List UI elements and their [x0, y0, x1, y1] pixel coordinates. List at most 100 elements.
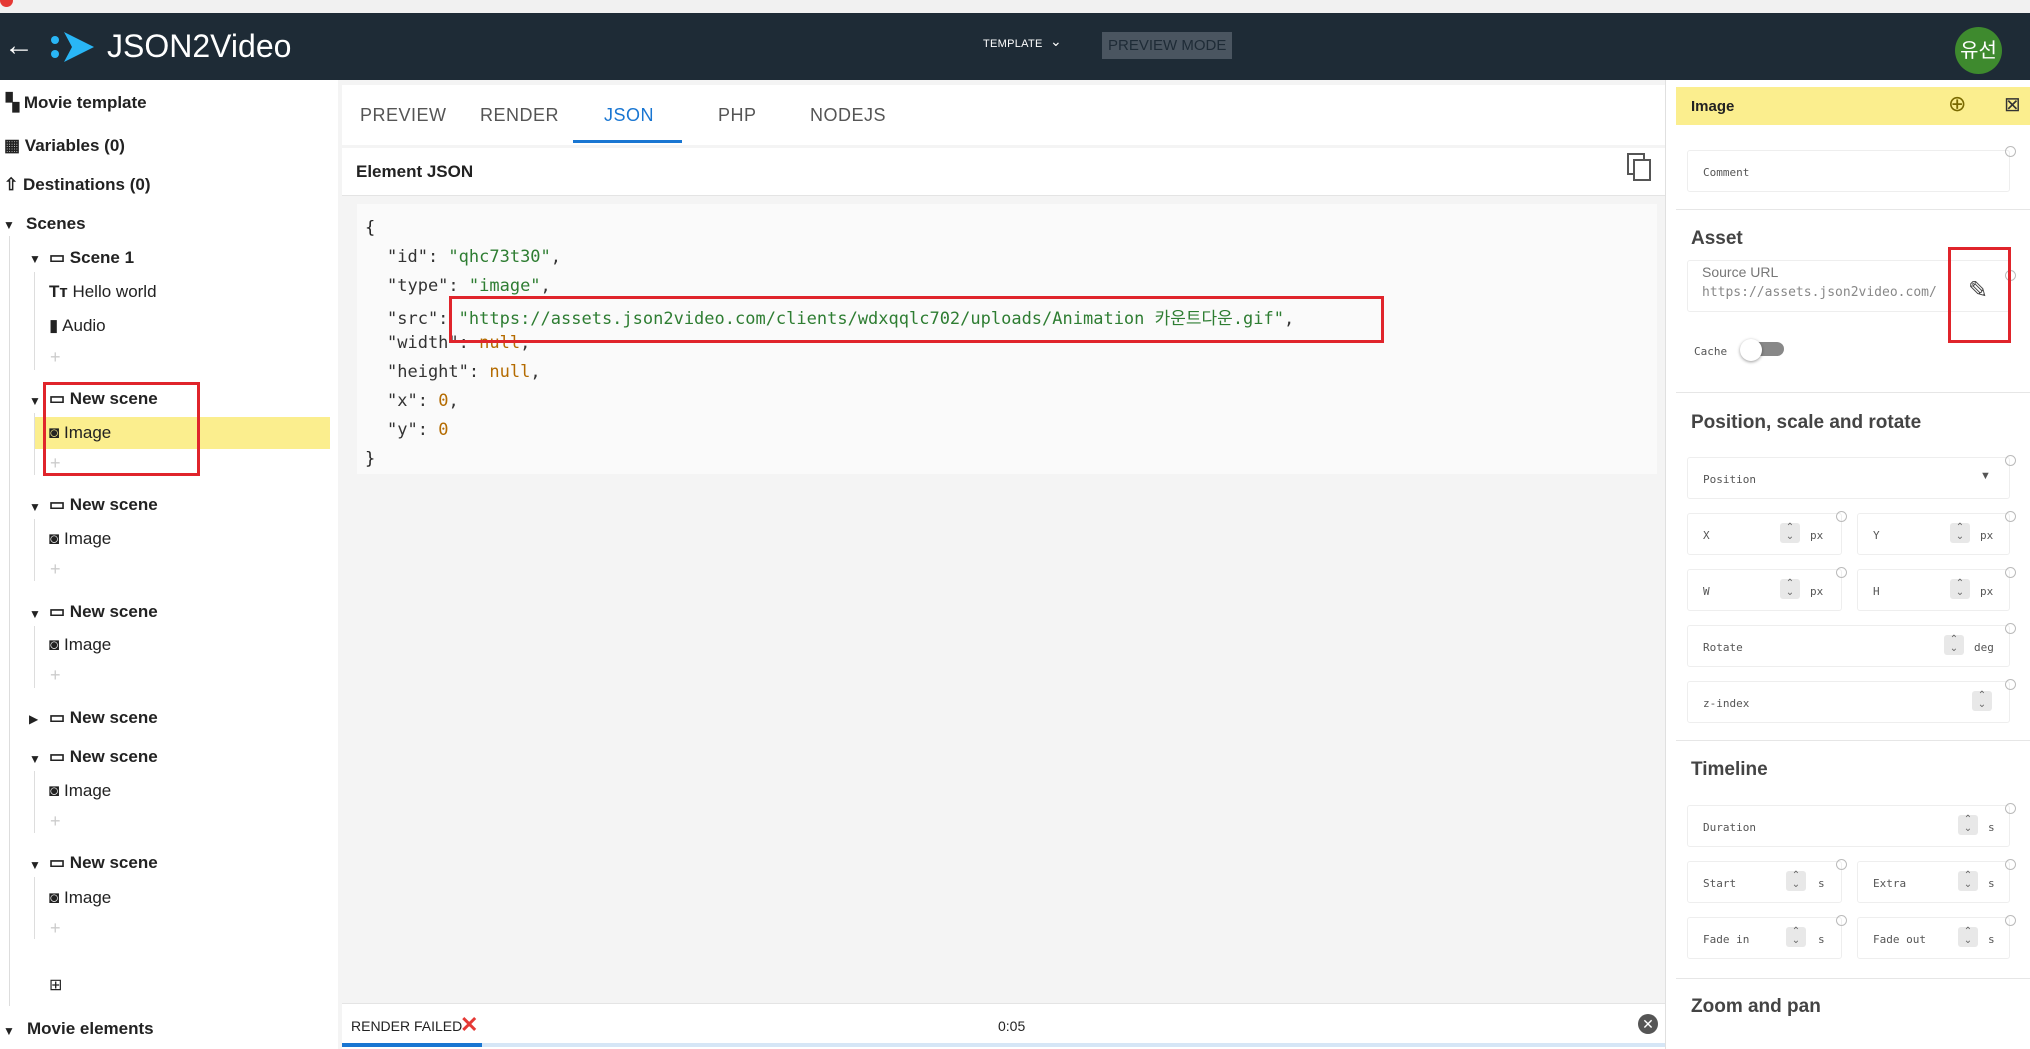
remove-icon[interactable] [2005, 146, 2016, 157]
new-scene-item[interactable]: ▭ New scene [49, 495, 158, 515]
w-unit: px [1810, 585, 1824, 598]
remove-icon[interactable] [2005, 679, 2016, 690]
tab-json[interactable]: JSON [604, 105, 654, 126]
collapse-arrow-icon[interactable]: ▼ [29, 858, 41, 872]
extra-unit: s [1988, 877, 1995, 890]
add-scene-icon[interactable]: ⊞ [49, 975, 62, 995]
rotate-unit: deg [1974, 641, 1994, 654]
collapse-arrow-icon[interactable]: ▼ [3, 218, 15, 232]
stepper-icon[interactable]: ⌃ ⌄ [1780, 579, 1800, 599]
camera-icon: ◙ [49, 635, 60, 654]
remove-icon[interactable] [1836, 567, 1847, 578]
text-icon: Tт [49, 282, 68, 301]
image-element-item[interactable]: ◙ Image [49, 529, 111, 549]
new-scene-item[interactable]: ▭ New scene [49, 602, 158, 622]
scene-1-item[interactable]: ▭ Scene 1 [49, 248, 134, 268]
h-label: H [1873, 585, 1880, 598]
tab-nodejs[interactable]: NODEJS [810, 105, 886, 126]
destinations-item[interactable]: ⇧ Destinations (0) [4, 175, 151, 195]
add-element-icon[interactable]: + [50, 559, 61, 580]
stepper-icon[interactable]: ⌃ ⌄ [1958, 871, 1978, 891]
remove-icon[interactable] [2005, 455, 2016, 466]
delete-icon[interactable]: ⊠ [2004, 92, 2021, 117]
chevron-down-icon[interactable]: ⌄ [1050, 33, 1062, 50]
remove-icon[interactable] [2005, 803, 2016, 814]
collapse-arrow-icon[interactable]: ▼ [29, 607, 41, 621]
close-icon[interactable]: ✕ [1638, 1014, 1658, 1034]
remove-icon[interactable] [2005, 511, 2016, 522]
clapper-icon: ▚ [6, 93, 20, 112]
audio-file-icon: ▮ [49, 316, 59, 335]
tree-guide [9, 236, 10, 1006]
stepper-icon[interactable]: ⌃ ⌄ [1786, 871, 1806, 891]
divider [1676, 740, 2030, 741]
audio-element-item[interactable]: ▮ Audio [49, 316, 106, 336]
stepper-icon[interactable]: ⌃ ⌄ [1958, 927, 1978, 947]
collapse-arrow-icon[interactable]: ▼ [29, 252, 41, 266]
tree-guide [34, 519, 35, 581]
stepper-icon[interactable]: ⌃ ⌄ [1786, 927, 1806, 947]
json-line-y: "y": 0 [387, 420, 449, 440]
remove-icon[interactable] [2005, 859, 2016, 870]
comment-placeholder: Comment [1703, 166, 1750, 179]
monitor-icon: ▭ [49, 747, 66, 766]
new-scene-item[interactable]: ▭ New scene [49, 853, 158, 873]
dropdown-arrow-icon[interactable]: ▼ [1980, 470, 1991, 482]
tab-php[interactable]: PHP [718, 105, 757, 126]
avatar[interactable]: 유선 [1955, 27, 2002, 74]
h-unit: px [1980, 585, 1994, 598]
variables-item[interactable]: ▦ Variables (0) [4, 136, 125, 156]
text-element-item[interactable]: Tт Hello world [49, 282, 157, 302]
back-arrow-icon[interactable]: ← [4, 29, 34, 63]
divider [1676, 392, 2030, 393]
remove-icon[interactable] [2005, 623, 2016, 634]
scenes-item[interactable]: Scenes [26, 214, 86, 234]
stepper-icon[interactable]: ⌃ ⌄ [1950, 579, 1970, 599]
movie-elements-item[interactable]: Movie elements [27, 1019, 154, 1039]
start-unit: s [1818, 877, 1825, 890]
stepper-icon[interactable]: ⌃ ⌄ [1944, 635, 1964, 655]
new-scene-item[interactable]: ▭ New scene [49, 747, 158, 767]
start-label: Start [1703, 877, 1737, 890]
json-line-id: "id": "qhc73t30", [387, 247, 562, 267]
expand-arrow-icon[interactable]: ▶ [29, 712, 38, 726]
position-section-title: Position, scale and rotate [1691, 412, 1922, 433]
remove-icon[interactable] [1836, 915, 1847, 926]
stepper-icon[interactable]: ⌃ ⌄ [1958, 815, 1978, 835]
add-element-icon[interactable]: + [50, 811, 61, 832]
element-json-title: Element JSON [356, 162, 474, 181]
remove-icon[interactable] [2005, 915, 2016, 926]
stepper-icon[interactable]: ⌃ ⌄ [1780, 523, 1800, 543]
app-bar: ← JSON2Video TEMPLATE ⌄ PREVIEW MODE 유선 [0, 13, 2030, 80]
remove-icon[interactable] [1836, 859, 1847, 870]
rotate-label: Rotate [1703, 641, 1743, 654]
movie-template-item[interactable]: ▚ Movie template [6, 93, 147, 113]
new-scene-item[interactable]: ▭ New scene [49, 708, 158, 728]
collapse-arrow-icon[interactable]: ▼ [29, 394, 41, 408]
image-element-item[interactable]: ◙ Image [49, 888, 111, 908]
asset-section-title: Asset [1691, 228, 1743, 249]
remove-icon[interactable] [1836, 511, 1847, 522]
properties-title: Image [1691, 98, 1735, 115]
tab-render[interactable]: RENDER [480, 105, 559, 126]
collapse-arrow-icon[interactable]: ▼ [29, 500, 41, 514]
add-circle-icon[interactable]: ⊕ [1948, 91, 1966, 117]
image-element-item[interactable]: ◙ Image [49, 781, 111, 801]
tab-preview[interactable]: PREVIEW [360, 105, 447, 126]
copy-icon[interactable] [1626, 152, 1654, 184]
add-element-icon[interactable]: + [50, 347, 61, 368]
template-dropdown[interactable]: TEMPLATE [983, 38, 1043, 50]
add-element-icon[interactable]: + [50, 665, 61, 686]
stepper-icon[interactable]: ⌃ ⌄ [1950, 523, 1970, 543]
preview-mode-badge[interactable]: PREVIEW MODE [1102, 32, 1233, 59]
stepper-icon[interactable]: ⌃ ⌄ [1972, 691, 1992, 711]
camera-icon: ◙ [49, 888, 60, 907]
collapse-arrow-icon[interactable]: ▼ [29, 752, 41, 766]
cache-toggle[interactable] [1740, 339, 1786, 361]
divider [1676, 978, 2030, 979]
collapse-arrow-icon[interactable]: ▼ [3, 1024, 15, 1038]
image-element-item[interactable]: ◙ Image [49, 635, 111, 655]
source-url-label: Source URL [1702, 264, 1779, 280]
remove-icon[interactable] [2005, 567, 2016, 578]
add-element-icon[interactable]: + [50, 918, 61, 939]
